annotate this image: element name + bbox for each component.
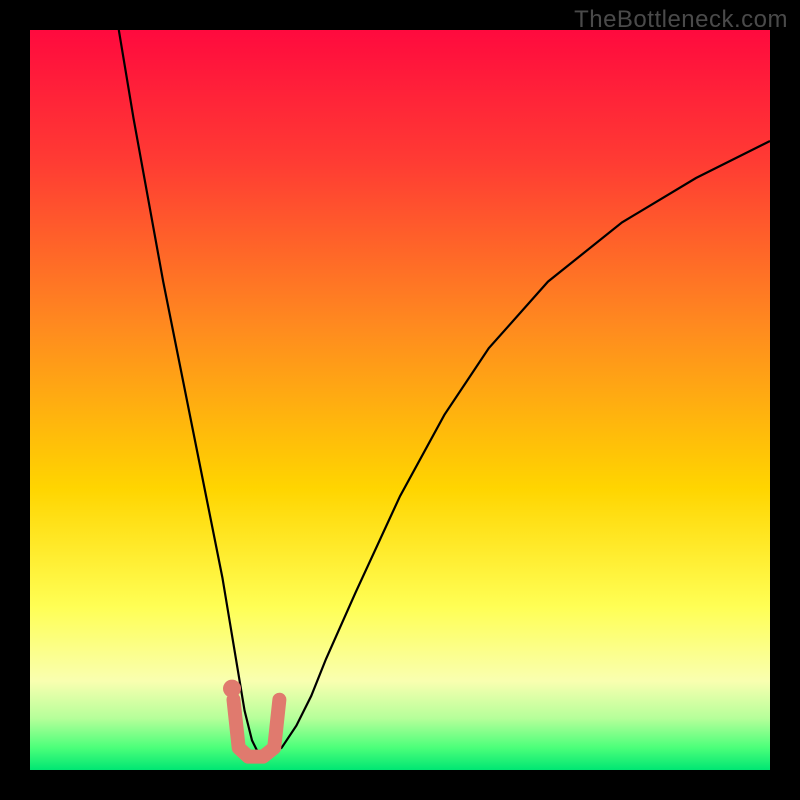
chart-container: TheBottleneck.com — [0, 0, 800, 800]
point-dot — [223, 680, 241, 698]
chart-svg — [30, 30, 770, 770]
gradient-background — [30, 30, 770, 770]
plot-area — [30, 30, 770, 770]
watermark-text: TheBottleneck.com — [574, 6, 788, 34]
